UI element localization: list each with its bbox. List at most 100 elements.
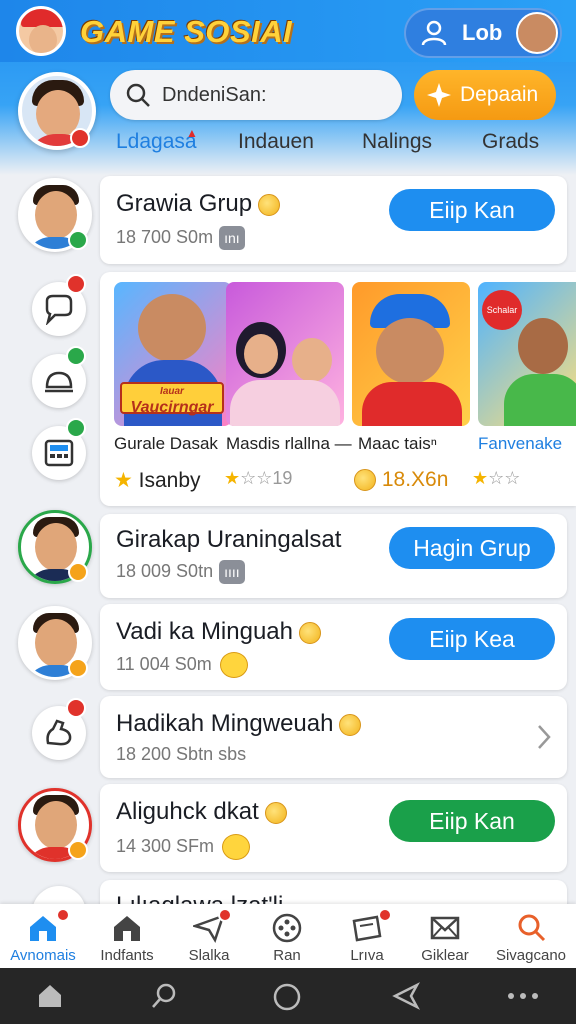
profile-label: Lob — [462, 20, 503, 45]
user-icon — [421, 20, 447, 46]
coin-icon — [354, 469, 376, 492]
game-stat: ☆☆ — [488, 468, 521, 488]
group-meta-row: 18 700 S0m ını — [116, 226, 245, 250]
sparkle-icon — [427, 83, 451, 107]
group-card[interactable]: Vadi ka Minguah 11 004 S0m Eiip Kea — [100, 604, 567, 690]
deposit-label: Depaain — [460, 83, 539, 106]
game-tile[interactable] — [226, 282, 344, 426]
game-banner: Schalar — [482, 290, 522, 330]
group-title: Aliguhck dkat — [116, 798, 259, 825]
group-tag: ıııı — [219, 560, 245, 584]
nav-badge — [218, 908, 232, 922]
mail-icon — [430, 916, 460, 940]
join-group-button[interactable]: Hagin Grup — [389, 527, 555, 569]
character-figure — [292, 338, 332, 382]
status-badge — [68, 658, 88, 678]
alert-badge — [66, 274, 86, 294]
online-badge — [66, 418, 86, 438]
online-badge — [68, 230, 88, 250]
group-card[interactable]: Aliguhck dkat 14 300 SFm Eiip Kan — [100, 784, 567, 872]
coin-icon — [258, 193, 281, 216]
group-card[interactable]: Girakap Uraningalsat 18 009 S0tn ıııı Hag… — [100, 514, 567, 598]
game-tile[interactable] — [352, 282, 470, 426]
group-meta: 11 004 S0m — [116, 653, 212, 674]
game-name: Fanvenake — [478, 434, 563, 453]
character-figure — [376, 318, 444, 384]
back-icon[interactable] — [392, 982, 420, 1010]
group-title-row: Vadi ka Minguah — [116, 618, 321, 646]
join-button[interactable]: Eiip Kan — [389, 800, 555, 842]
games-carousel[interactable]: Iauar Vaucirngar Schalar Gurale Dasak Mas… — [100, 272, 576, 506]
nav-send[interactable]: Slalka — [168, 904, 250, 968]
app-logo-avatar[interactable] — [16, 6, 66, 56]
search-input[interactable]: DndeniSan: — [162, 84, 267, 107]
group-card[interactable]: Grawia Grup 18 700 S0m ını Eiip Kan — [100, 176, 567, 264]
nav-label: Ran — [273, 947, 301, 964]
game-stat-row: 18.X6n — [354, 468, 448, 492]
notification-badge — [70, 128, 90, 148]
search-icon — [518, 914, 546, 942]
emoji-icon — [219, 652, 248, 678]
gamepad-icon — [272, 913, 302, 943]
tab-highlight-icon: ▲ — [186, 126, 198, 140]
game-tile[interactable]: Iauar Vaucirngar — [114, 282, 232, 426]
chevron-right-icon[interactable] — [537, 724, 551, 750]
group-meta: 18 200 Sbtn sbs — [116, 744, 247, 764]
coin-icon — [339, 713, 362, 736]
group-meta-row: 18 009 S0tn ıııı — [116, 560, 245, 584]
nav-activity[interactable]: Lrıva — [326, 904, 408, 968]
deposit-button[interactable]: Depaain — [414, 70, 556, 120]
system-nav-bar — [0, 968, 576, 1024]
nav-badge — [378, 908, 392, 922]
game-stat-row: ★ Isanby — [114, 468, 201, 493]
group-title-row: Grawia Grup — [116, 190, 281, 218]
search-bar[interactable]: DndeniSan: — [110, 70, 402, 120]
game-name: Gurale Dasak — [114, 434, 218, 453]
more-icon[interactable] — [506, 982, 540, 1010]
search-icon[interactable] — [150, 982, 178, 1010]
face-shape — [29, 25, 57, 53]
nav-messages[interactable]: Giklear — [404, 904, 486, 968]
chat-icon — [45, 294, 73, 325]
nav-label: Lrıva — [350, 947, 384, 964]
alert-badge — [66, 698, 86, 718]
join-button[interactable]: Eiip Kea — [389, 618, 555, 660]
nav-search[interactable]: Sivagcano — [490, 904, 572, 968]
group-title-row: Hadikah Mingweuah — [116, 710, 362, 738]
status-badge — [68, 840, 88, 860]
game-tile[interactable]: Schalar — [478, 282, 576, 426]
status-badge — [68, 562, 88, 582]
arm-icon — [46, 719, 72, 746]
group-card[interactable]: Hadikah Mingweuah 18 200 Sbtn sbs — [100, 696, 567, 778]
game-name: Maac taisⁿ — [358, 434, 437, 453]
tab-bar: Ldagasa Indauen Nalings Grads — [100, 124, 576, 162]
banner-text: Schalar — [486, 305, 518, 315]
tab-2[interactable]: Nalings — [362, 130, 432, 154]
nav-label: Sivagcano — [495, 947, 567, 964]
home-icon — [30, 916, 56, 941]
coin-icon — [299, 621, 321, 644]
tab-0[interactable]: Ldagasa — [116, 130, 197, 154]
tab-3[interactable]: Grads — [482, 130, 539, 154]
star-icon: ★ — [114, 469, 133, 492]
nav-games[interactable]: Ran — [246, 904, 328, 968]
tab-1[interactable]: Indauen — [238, 130, 314, 154]
nav-friends[interactable]: Indfants — [86, 904, 168, 968]
group-tag: ını — [219, 226, 245, 250]
group-title-row: Aliguhck dkat — [116, 798, 287, 826]
home-icon[interactable] — [36, 982, 64, 1010]
join-button[interactable]: Eiip Kan — [389, 189, 555, 231]
group-meta: 14 300 SFm — [116, 835, 215, 856]
group-meta-row: 11 004 S0m — [116, 652, 248, 678]
shirt-shape — [362, 382, 462, 426]
profile-button[interactable]: Lob — [404, 8, 562, 58]
group-title: Girakap Uraningalsat — [116, 526, 342, 553]
group-meta: 18 009 S0tn — [116, 560, 214, 581]
search-icon — [126, 83, 150, 107]
nav-home[interactable]: Avnomais — [2, 904, 84, 968]
emoji-icon — [222, 834, 251, 860]
coin-icon — [264, 801, 287, 824]
game-stat: Isanby — [138, 469, 201, 492]
circle-home-icon[interactable] — [272, 982, 302, 1012]
profile-avatar — [516, 12, 558, 54]
